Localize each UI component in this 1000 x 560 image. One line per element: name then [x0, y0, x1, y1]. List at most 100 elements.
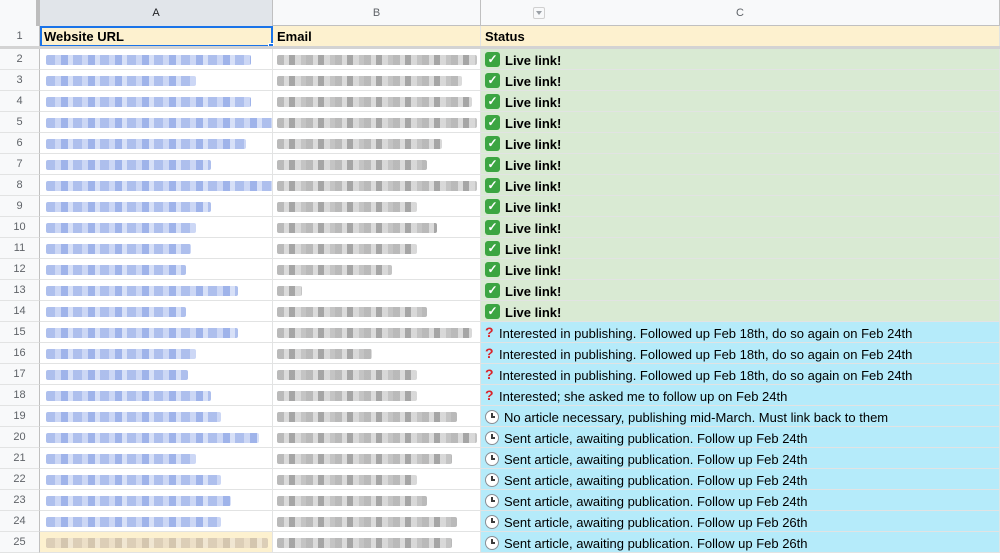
- row-number[interactable]: 7: [0, 154, 40, 175]
- website-url-cell[interactable]: [40, 322, 273, 343]
- header-cell-url[interactable]: Website URL: [40, 26, 273, 47]
- row-number[interactable]: 22: [0, 469, 40, 490]
- row-number[interactable]: 17: [0, 364, 40, 385]
- row-number[interactable]: 23: [0, 490, 40, 511]
- website-url-cell[interactable]: [40, 469, 273, 490]
- email-cell[interactable]: [273, 280, 481, 301]
- status-cell[interactable]: Sent article, awaiting publication. Foll…: [481, 427, 1000, 448]
- email-cell[interactable]: [273, 343, 481, 364]
- email-cell[interactable]: [273, 112, 481, 133]
- row-number[interactable]: 13: [0, 280, 40, 301]
- status-cell[interactable]: ? Interested in publishing. Followed up F…: [481, 343, 1000, 364]
- email-cell[interactable]: [273, 322, 481, 343]
- row-number[interactable]: 16: [0, 343, 40, 364]
- status-cell[interactable]: Sent article, awaiting publication. Foll…: [481, 532, 1000, 553]
- status-cell[interactable]: ✓ Live link!: [481, 196, 1000, 217]
- column-header-b[interactable]: B: [273, 0, 481, 26]
- website-url-cell[interactable]: [40, 532, 273, 553]
- website-url-cell[interactable]: [40, 217, 273, 238]
- status-cell[interactable]: ✓ Live link!: [481, 175, 1000, 196]
- website-url-cell[interactable]: [40, 70, 273, 91]
- row-number[interactable]: 21: [0, 448, 40, 469]
- row-number[interactable]: 1: [0, 26, 40, 47]
- website-url-cell[interactable]: [40, 364, 273, 385]
- row-number[interactable]: 5: [0, 112, 40, 133]
- website-url-cell[interactable]: [40, 511, 273, 532]
- row-number[interactable]: 11: [0, 238, 40, 259]
- status-cell[interactable]: ✓ Live link!: [481, 301, 1000, 322]
- status-cell[interactable]: No article necessary, publishing mid-Mar…: [481, 406, 1000, 427]
- email-cell[interactable]: [273, 406, 481, 427]
- status-cell[interactable]: ✓ Live link!: [481, 133, 1000, 154]
- status-cell[interactable]: Sent article, awaiting publication. Foll…: [481, 490, 1000, 511]
- email-cell[interactable]: [273, 133, 481, 154]
- status-cell[interactable]: Sent article, awaiting publication. Foll…: [481, 511, 1000, 532]
- website-url-cell[interactable]: [40, 259, 273, 280]
- header-cell-email[interactable]: Email: [273, 26, 481, 47]
- status-cell[interactable]: ? Interested in publishing. Followed up F…: [481, 364, 1000, 385]
- website-url-cell[interactable]: [40, 385, 273, 406]
- status-cell[interactable]: ✓ Live link!: [481, 217, 1000, 238]
- status-cell[interactable]: ? Interested in publishing. Followed up F…: [481, 322, 1000, 343]
- status-cell[interactable]: ✓ Live link!: [481, 70, 1000, 91]
- website-url-cell[interactable]: [40, 91, 273, 112]
- status-cell[interactable]: ✓ Live link!: [481, 112, 1000, 133]
- status-cell[interactable]: ✓ Live link!: [481, 280, 1000, 301]
- row-number[interactable]: 25: [0, 532, 40, 553]
- header-cell-status[interactable]: Status: [481, 26, 1000, 47]
- website-url-cell[interactable]: [40, 133, 273, 154]
- website-url-cell[interactable]: [40, 49, 273, 70]
- status-cell[interactable]: Sent article, awaiting publication. Foll…: [481, 448, 1000, 469]
- email-cell[interactable]: [273, 49, 481, 70]
- email-cell[interactable]: [273, 469, 481, 490]
- website-url-cell[interactable]: [40, 280, 273, 301]
- row-number[interactable]: 3: [0, 70, 40, 91]
- email-cell[interactable]: [273, 364, 481, 385]
- email-cell[interactable]: [273, 91, 481, 112]
- column-header-a[interactable]: A: [40, 0, 273, 26]
- row-number[interactable]: 2: [0, 49, 40, 70]
- row-number[interactable]: 15: [0, 322, 40, 343]
- email-cell[interactable]: [273, 70, 481, 91]
- status-cell[interactable]: ? Interested; she asked me to follow up o…: [481, 385, 1000, 406]
- select-all-corner[interactable]: [0, 0, 40, 26]
- email-cell[interactable]: [273, 238, 481, 259]
- row-number[interactable]: 19: [0, 406, 40, 427]
- row-number[interactable]: 10: [0, 217, 40, 238]
- email-cell[interactable]: [273, 427, 481, 448]
- website-url-cell[interactable]: [40, 175, 273, 196]
- status-cell[interactable]: ✓ Live link!: [481, 154, 1000, 175]
- row-number[interactable]: 6: [0, 133, 40, 154]
- status-cell[interactable]: ✓ Live link!: [481, 238, 1000, 259]
- email-cell[interactable]: [273, 532, 481, 553]
- email-cell[interactable]: [273, 217, 481, 238]
- row-number[interactable]: 18: [0, 385, 40, 406]
- email-cell[interactable]: [273, 511, 481, 532]
- website-url-cell[interactable]: [40, 490, 273, 511]
- row-number[interactable]: 12: [0, 259, 40, 280]
- website-url-cell[interactable]: [40, 238, 273, 259]
- status-cell[interactable]: ✓ Live link!: [481, 91, 1000, 112]
- filter-dropdown-icon[interactable]: [533, 7, 545, 19]
- column-header-c[interactable]: C: [481, 0, 1000, 26]
- row-number[interactable]: 8: [0, 175, 40, 196]
- status-cell[interactable]: ✓ Live link!: [481, 259, 1000, 280]
- website-url-cell[interactable]: [40, 196, 273, 217]
- email-cell[interactable]: [273, 154, 481, 175]
- row-number[interactable]: 9: [0, 196, 40, 217]
- email-cell[interactable]: [273, 448, 481, 469]
- website-url-cell[interactable]: [40, 343, 273, 364]
- website-url-cell[interactable]: [40, 112, 273, 133]
- website-url-cell[interactable]: [40, 427, 273, 448]
- status-cell[interactable]: Sent article, awaiting publication. Foll…: [481, 469, 1000, 490]
- email-cell[interactable]: [273, 196, 481, 217]
- website-url-cell[interactable]: [40, 406, 273, 427]
- website-url-cell[interactable]: [40, 448, 273, 469]
- row-number[interactable]: 24: [0, 511, 40, 532]
- email-cell[interactable]: [273, 259, 481, 280]
- row-number[interactable]: 14: [0, 301, 40, 322]
- row-number[interactable]: 20: [0, 427, 40, 448]
- website-url-cell[interactable]: [40, 301, 273, 322]
- row-number[interactable]: 4: [0, 91, 40, 112]
- email-cell[interactable]: [273, 490, 481, 511]
